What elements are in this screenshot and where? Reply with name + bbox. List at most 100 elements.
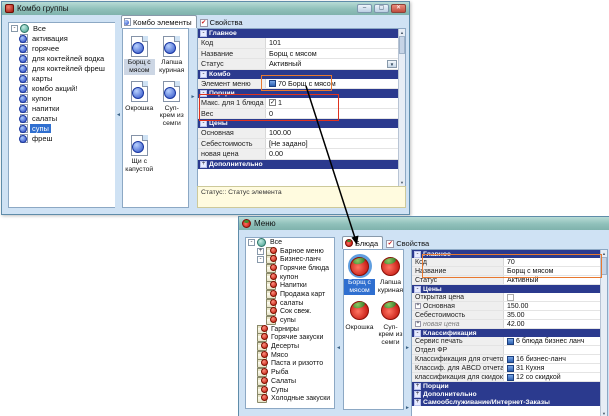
property-row[interactable]: НазваниеБорщ с мясом [412, 267, 600, 276]
section-expander-icon[interactable]: - [414, 251, 421, 258]
section-expander-icon[interactable]: + [200, 161, 207, 168]
property-row[interactable]: Сервис печать6 блюда бизнес ланч [412, 337, 600, 346]
scrollbar-thumb[interactable] [399, 36, 405, 54]
section-header[interactable]: -Порции [198, 89, 398, 98]
tree-item[interactable]: горячее [9, 43, 115, 53]
row-expander-icon[interactable]: + [415, 303, 421, 309]
combo-item[interactable]: Суп-крем из семги [156, 80, 187, 128]
section-expander-icon[interactable]: - [200, 90, 207, 97]
tree-item[interactable]: Горячие блюда [246, 264, 334, 273]
row-expander-icon[interactable]: + [415, 321, 421, 327]
property-row[interactable]: Открытая цена [412, 293, 600, 302]
property-row[interactable]: Основная100.00 [198, 128, 398, 139]
property-value[interactable]: Борщ с мясом [266, 49, 398, 59]
tree-item[interactable]: Рыба [246, 368, 334, 377]
dish-item[interactable]: Борщ с мясом [344, 254, 375, 295]
tree-item[interactable]: +Барное меню [246, 247, 334, 256]
tree-item[interactable]: напитки [9, 103, 115, 113]
tree-item[interactable]: -Все [9, 23, 115, 33]
property-row[interactable]: Код70 [412, 258, 600, 267]
property-row[interactable]: Классификация для отчетов16 бизнес-ланч [412, 355, 600, 364]
property-value[interactable]: 70 Борщ с мясом [266, 79, 398, 89]
section-header[interactable]: -Классификация [412, 329, 600, 337]
property-value[interactable]: 100.00 [266, 128, 398, 138]
tree-item[interactable]: Сок свеж. [246, 308, 334, 317]
property-value[interactable]: Активный▼ [266, 59, 398, 69]
combo-item[interactable]: Лапша куриная [156, 34, 187, 75]
tree-item[interactable]: салаты [246, 299, 334, 308]
property-value[interactable]: 31 Кухня [504, 364, 600, 372]
property-row[interactable]: +Основная150.00 [412, 302, 600, 311]
scroll-strip[interactable]: ► ► [404, 249, 411, 416]
vertical-scrollbar[interactable]: ▲ ▼ [398, 29, 405, 186]
section-header[interactable]: -Комбо [198, 70, 398, 79]
tree-item[interactable]: Салаты [246, 377, 334, 386]
combo-item[interactable]: Борщ с мясом [124, 34, 155, 75]
minimize-button[interactable]: – [357, 4, 372, 13]
property-value[interactable]: 42.00 [504, 320, 600, 328]
tree-item[interactable]: Продажа карт [246, 290, 334, 299]
section-header[interactable]: +Дополнительно [198, 160, 398, 169]
tree-item[interactable]: Паста и ризотто [246, 360, 334, 369]
tree-item[interactable]: супы [246, 316, 334, 325]
property-value[interactable]: Борщ с мясом [504, 267, 600, 275]
property-row[interactable]: НазваниеБорщ с мясом [198, 49, 398, 60]
collapse-left-icon[interactable]: ◄ [115, 112, 122, 118]
scrollbar-thumb[interactable] [601, 257, 607, 275]
property-value[interactable]: 35.00 [504, 311, 600, 319]
section-expander-icon[interactable]: - [414, 330, 421, 337]
property-row[interactable]: Макс. для 1 блюда✓1 [198, 98, 398, 109]
tree-item[interactable]: -Все [246, 238, 334, 247]
section-expander-icon[interactable]: - [414, 286, 421, 293]
splitter[interactable]: ◄ ◄ [335, 237, 342, 409]
property-row[interactable]: классификация для скидок12 со скидкой [412, 373, 600, 382]
property-row[interactable]: СтатусАктивный [412, 276, 600, 285]
section-header[interactable]: -Главное [198, 29, 398, 38]
section-header[interactable]: +Дополнительно [412, 390, 600, 398]
vertical-scrollbar[interactable]: ▲ ▼ [600, 250, 607, 416]
tree-item[interactable]: Горячие закуски [246, 334, 334, 343]
dish-item[interactable]: Окрошка [344, 299, 375, 347]
section-header[interactable]: -Цены [412, 285, 600, 293]
maximize-button[interactable]: ▢ [374, 4, 389, 13]
tree-expander-icon[interactable]: - [257, 256, 264, 263]
tree-item[interactable]: Напитки [246, 281, 334, 290]
splitter[interactable]: ◄ [115, 22, 122, 208]
checkbox-icon[interactable] [507, 294, 514, 301]
section-expander-icon[interactable]: + [414, 391, 421, 398]
tree-item[interactable]: купон [246, 273, 334, 282]
property-row[interactable]: Вес0 [198, 109, 398, 120]
section-header[interactable]: -Главное [412, 250, 600, 258]
section-expander-icon[interactable]: - [200, 120, 207, 127]
section-header[interactable]: -Цены [198, 119, 398, 128]
property-value[interactable]: 12 со скидкой [504, 373, 600, 381]
tree-item[interactable]: купон [9, 93, 115, 103]
titlebar[interactable]: Меню [239, 217, 609, 230]
tree-item[interactable]: Мясо [246, 351, 334, 360]
scroll-right-icon[interactable]: ► [404, 405, 411, 411]
tree-item[interactable]: супы [9, 123, 115, 133]
tree-item[interactable]: Десерты [246, 342, 334, 351]
scroll-up-icon[interactable]: ▲ [399, 30, 405, 35]
property-value[interactable]: 70 [504, 258, 600, 266]
property-value[interactable]: ✓1 [266, 98, 398, 108]
dropdown-button[interactable]: ▼ [387, 60, 397, 68]
scroll-up-icon[interactable]: ▲ [601, 251, 607, 256]
property-row[interactable]: Себестоимость[Не задано] [198, 139, 398, 150]
dish-item[interactable]: Суп-крем из семги [375, 299, 404, 347]
property-row[interactable]: +новая цена42.00 [412, 320, 600, 329]
section-expander-icon[interactable]: + [414, 383, 421, 390]
property-value[interactable]: 150.00 [504, 302, 600, 310]
tree-item[interactable]: для коктейлей фреш [9, 63, 115, 73]
tree-expander-icon[interactable]: - [248, 239, 255, 246]
property-value[interactable]: 0.00 [266, 149, 398, 159]
close-button[interactable]: ✕ [391, 4, 406, 13]
tree-item[interactable]: Холодные закуски [246, 394, 334, 403]
property-value[interactable]: 101 [266, 38, 398, 48]
property-value[interactable]: [Не задано] [266, 139, 398, 149]
property-row[interactable]: Себестоимость35.00 [412, 311, 600, 320]
property-value[interactable] [504, 293, 600, 301]
checkbox-icon[interactable]: ✓ [269, 99, 276, 106]
tab-properties[interactable]: Свойства [198, 17, 247, 28]
property-row[interactable]: СтатусАктивный▼ [198, 59, 398, 70]
